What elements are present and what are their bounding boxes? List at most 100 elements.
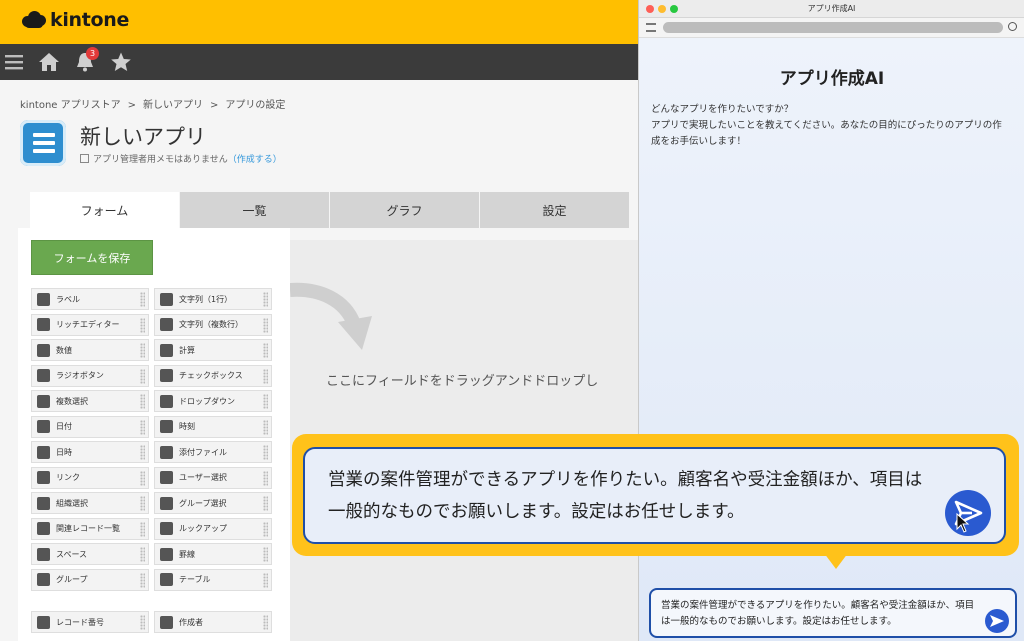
- send-button[interactable]: [985, 609, 1009, 633]
- drop-hint: ここにフィールドをドラッグアンドドロップし: [326, 374, 599, 389]
- drag-handle-icon[interactable]: [263, 292, 268, 307]
- field-item[interactable]: グループ選択: [154, 492, 272, 514]
- drag-handle-icon[interactable]: [140, 292, 145, 307]
- field-item[interactable]: 組織選択: [31, 492, 149, 514]
- drag-handle-icon[interactable]: [263, 521, 268, 537]
- star-icon[interactable]: [110, 51, 132, 73]
- drag-handle-icon[interactable]: [263, 394, 268, 409]
- drag-handle-icon[interactable]: [140, 343, 145, 358]
- field-type-icon: [160, 445, 173, 459]
- callout-pointer: [824, 553, 848, 569]
- zoom-icon[interactable]: [1008, 22, 1017, 31]
- url-field[interactable]: [663, 22, 1003, 33]
- field-label: 添付ファイル: [179, 447, 227, 457]
- breadcrumb-item-new-app[interactable]: 新しいアプリ: [143, 100, 203, 111]
- drag-handle-icon[interactable]: [263, 368, 268, 384]
- field-label: 数値: [56, 345, 72, 355]
- field-item[interactable]: ユーザー選択: [154, 466, 272, 489]
- drag-handle-icon[interactable]: [263, 615, 268, 630]
- logo-cloud-icon: [22, 10, 46, 30]
- drag-handle-icon[interactable]: [263, 547, 268, 562]
- kintone-logo[interactable]: kintone: [22, 9, 129, 31]
- drag-handle-icon[interactable]: [140, 496, 145, 511]
- field-item[interactable]: 複数選択: [31, 390, 149, 412]
- drag-handle-icon[interactable]: [263, 419, 268, 435]
- drag-handle-icon[interactable]: [263, 445, 268, 460]
- field-item[interactable]: ドロップダウン: [154, 390, 272, 412]
- field-item[interactable]: グループ: [31, 568, 149, 591]
- field-type-icon: [160, 522, 173, 535]
- field-item[interactable]: 計算: [154, 339, 272, 361]
- memo-icon: [80, 154, 89, 163]
- field-item[interactable]: 数値: [31, 339, 149, 361]
- field-item[interactable]: 添付ファイル: [154, 441, 272, 463]
- drag-handle-icon[interactable]: [140, 470, 145, 486]
- field-type-icon: [160, 318, 173, 331]
- window-title: アプリ作成AI: [807, 4, 856, 13]
- breadcrumb-item-appstore[interactable]: kintone アプリストア: [20, 100, 121, 111]
- field-label: 罫線: [179, 549, 195, 559]
- field-type-icon: [37, 445, 50, 459]
- tab-list[interactable]: 一覧: [180, 192, 330, 228]
- breadcrumb: kintone アプリストア > 新しいアプリ > アプリの設定: [20, 96, 285, 111]
- drag-handle-icon[interactable]: [140, 419, 145, 435]
- field-label: 関連レコード一覧: [56, 524, 120, 533]
- drag-handle-icon[interactable]: [263, 496, 268, 511]
- home-icon[interactable]: [38, 51, 60, 73]
- field-item[interactable]: 罫線: [154, 543, 272, 565]
- drag-handle-icon[interactable]: [140, 394, 145, 409]
- drag-handle-icon[interactable]: [140, 317, 145, 333]
- field-type-icon: [160, 471, 173, 484]
- tab-graph[interactable]: グラフ: [330, 192, 480, 228]
- field-item[interactable]: レコード番号: [31, 611, 149, 633]
- drag-handle-icon[interactable]: [140, 368, 145, 384]
- field-item[interactable]: リンク: [31, 466, 149, 489]
- field-item[interactable]: リッチエディター: [31, 313, 149, 336]
- field-type-icon: [37, 615, 50, 629]
- field-item[interactable]: ラジオボタン: [31, 364, 149, 387]
- drag-handle-icon[interactable]: [140, 572, 145, 588]
- breadcrumb-separator: >: [210, 100, 219, 111]
- address-bar: [639, 18, 1024, 38]
- create-memo-link[interactable]: （作成する）: [228, 155, 282, 165]
- field-item[interactable]: ラベル: [31, 288, 149, 310]
- drag-handle-icon[interactable]: [263, 317, 268, 333]
- field-item[interactable]: 日時: [31, 441, 149, 463]
- drag-handle-icon[interactable]: [263, 470, 268, 486]
- field-item[interactable]: 日付: [31, 415, 149, 438]
- field-item[interactable]: テーブル: [154, 568, 272, 591]
- mouse-cursor-icon: [956, 513, 970, 533]
- field-item[interactable]: チェックボックス: [154, 364, 272, 387]
- tab-settings[interactable]: 設定: [480, 192, 630, 228]
- field-item[interactable]: 作成者: [154, 611, 272, 633]
- field-type-icon: [37, 343, 50, 357]
- field-type-icon: [37, 369, 50, 382]
- drag-handle-icon[interactable]: [140, 445, 145, 460]
- field-item[interactable]: 文字列（1行）: [154, 288, 272, 310]
- field-label: 計算: [179, 345, 195, 355]
- admin-memo: アプリ管理者用メモはありません（作成する）: [80, 152, 282, 165]
- tune-icon[interactable]: [646, 23, 656, 32]
- field-item[interactable]: 関連レコード一覧: [31, 517, 149, 540]
- field-item[interactable]: ルックアップ: [154, 517, 272, 540]
- drag-handle-icon[interactable]: [140, 615, 145, 630]
- field-type-icon: [37, 496, 50, 510]
- field-label: ルックアップ: [179, 524, 227, 533]
- breadcrumb-separator: >: [127, 100, 137, 111]
- save-form-button[interactable]: フォームを保存: [31, 240, 153, 275]
- field-type-icon: [37, 318, 50, 331]
- drag-handle-icon[interactable]: [140, 521, 145, 537]
- field-item[interactable]: 文字列（複数行）: [154, 313, 272, 336]
- callout-prompt-text: 営業の案件管理ができるアプリを作りたい。顧客名や受注金額ほか、項目は一般的なもの…: [328, 470, 923, 522]
- drag-handle-icon[interactable]: [263, 343, 268, 358]
- menu-icon[interactable]: [3, 51, 25, 73]
- drag-handle-icon[interactable]: [263, 572, 268, 588]
- field-item[interactable]: 時刻: [154, 415, 272, 438]
- field-item[interactable]: スペース: [31, 543, 149, 565]
- ai-prompt-input[interactable]: 営業の案件管理ができるアプリを作りたい。顧客名や受注金額ほか、項目は一般的なもの…: [649, 588, 1017, 638]
- field-label: グループ選択: [179, 498, 227, 508]
- field-label: 作成者: [179, 617, 203, 627]
- tab-form[interactable]: フォーム: [30, 192, 180, 228]
- drag-handle-icon[interactable]: [140, 547, 145, 562]
- field-label: 文字列（複数行）: [179, 320, 243, 329]
